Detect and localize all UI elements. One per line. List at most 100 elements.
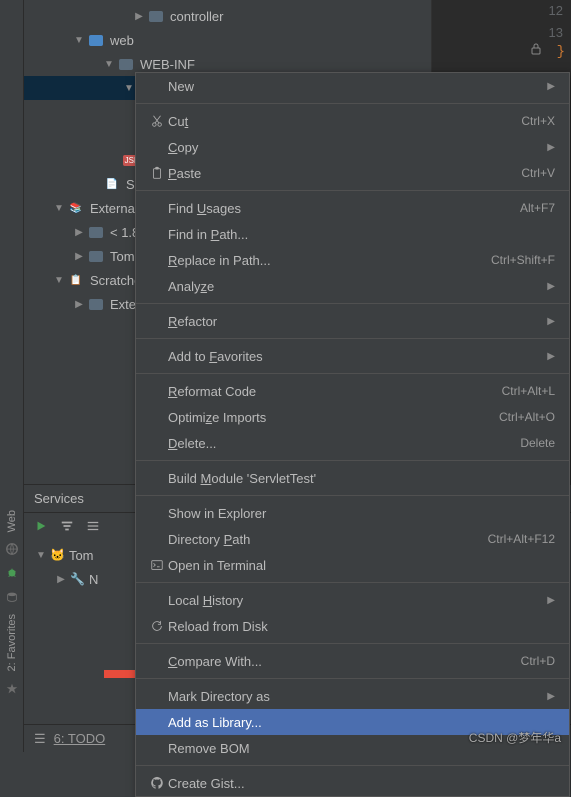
menu-item-show-in-explorer[interactable]: Show in Explorer — [136, 500, 569, 526]
menu-item-new[interactable]: New▶ — [136, 73, 569, 99]
menu-item-label: Create Gist... — [168, 776, 555, 791]
menu-item-reload-from-disk[interactable]: Reload from Disk — [136, 613, 569, 639]
bug-icon[interactable] — [5, 566, 19, 580]
submenu-arrow-icon: ▶ — [545, 316, 555, 327]
menu-item-replace-in-path[interactable]: Replace in Path...Ctrl+Shift+F — [136, 247, 569, 273]
menu-item-optimize-imports[interactable]: Optimize ImportsCtrl+Alt+O — [136, 404, 569, 430]
expand-icon[interactable] — [74, 227, 84, 238]
tree-node-label[interactable]: WEB-INF — [140, 57, 195, 72]
folder-icon — [88, 248, 104, 264]
menu-shortcut: Ctrl+D — [521, 654, 555, 668]
submenu-arrow-icon: ▶ — [545, 81, 555, 92]
collapse-icon[interactable] — [104, 59, 114, 70]
menu-shortcut: Delete — [520, 436, 555, 450]
menu-item-refactor[interactable]: Refactor▶ — [136, 308, 569, 334]
menu-item-directory-path[interactable]: Directory PathCtrl+Alt+F12 — [136, 526, 569, 552]
menu-item-label: Build Module 'ServletTest' — [168, 471, 555, 486]
menu-item-cut[interactable]: CutCtrl+X — [136, 108, 569, 134]
menu-shortcut: Ctrl+Alt+O — [499, 410, 555, 424]
todo-tab[interactable]: 6: TODO — [54, 731, 106, 746]
db-icon[interactable] — [5, 590, 19, 604]
run-icon[interactable] — [34, 519, 48, 533]
scratch-icon: 📋 — [68, 272, 84, 288]
expand-icon[interactable] — [134, 11, 144, 22]
menu-item-label: Add to Favorites — [168, 349, 545, 364]
code-brace: } — [557, 44, 565, 60]
expand-icon[interactable] — [56, 574, 66, 585]
expand-icon[interactable] — [74, 251, 84, 262]
expand-all-icon[interactable] — [86, 519, 100, 533]
menu-item-label: Replace in Path... — [168, 253, 491, 268]
cut-icon — [146, 114, 168, 128]
collapse-icon[interactable] — [124, 83, 134, 94]
menu-item-label: Reload from Disk — [168, 619, 555, 634]
menu-item-label: Add as Library... — [168, 715, 555, 730]
service-node-label[interactable]: N — [89, 572, 98, 587]
menu-item-mark-directory-as[interactable]: Mark Directory as▶ — [136, 683, 569, 709]
todo-icon[interactable]: ☰ — [34, 731, 46, 747]
globe-icon[interactable] — [5, 542, 19, 556]
menu-item-add-to-favorites[interactable]: Add to Favorites▶ — [136, 343, 569, 369]
menu-item-open-in-terminal[interactable]: Open in Terminal — [136, 552, 569, 578]
menu-separator — [136, 582, 569, 583]
submenu-arrow-icon: ▶ — [545, 595, 555, 606]
tree-node-label[interactable]: External — [90, 201, 138, 216]
menu-item-copy[interactable]: Copy▶ — [136, 134, 569, 160]
menu-item-compare-with[interactable]: Compare With...Ctrl+D — [136, 648, 569, 674]
menu-item-label: New — [168, 79, 545, 94]
tomcat-icon: 🐱 — [50, 548, 65, 562]
menu-item-analyze[interactable]: Analyze▶ — [136, 273, 569, 299]
menu-shortcut: Ctrl+Alt+L — [502, 384, 555, 398]
menu-separator — [136, 678, 569, 679]
menu-item-find-usages[interactable]: Find UsagesAlt+F7 — [136, 195, 569, 221]
menu-item-label: Delete... — [168, 436, 520, 451]
collapse-icon[interactable] — [74, 35, 84, 46]
submenu-arrow-icon: ▶ — [545, 142, 555, 153]
menu-separator — [136, 373, 569, 374]
menu-separator — [136, 303, 569, 304]
menu-shortcut: Ctrl+V — [521, 166, 555, 180]
menu-shortcut: Ctrl+X — [521, 114, 555, 128]
github-icon — [146, 776, 168, 790]
filter-icon[interactable] — [60, 519, 74, 533]
paste-icon — [146, 166, 168, 180]
collapse-icon[interactable] — [54, 203, 64, 214]
menu-item-label: Find Usages — [168, 201, 520, 216]
submenu-arrow-icon: ▶ — [545, 691, 555, 702]
menu-item-paste[interactable]: PasteCtrl+V — [136, 160, 569, 186]
menu-separator — [136, 495, 569, 496]
menu-item-label: Optimize Imports — [168, 410, 499, 425]
menu-separator — [136, 460, 569, 461]
folder-icon — [88, 224, 104, 240]
menu-item-create-gist[interactable]: Create Gist... — [136, 770, 569, 796]
tree-node-label[interactable]: web — [110, 33, 134, 48]
menu-separator — [136, 765, 569, 766]
submenu-arrow-icon: ▶ — [545, 351, 555, 362]
folder-web-icon — [88, 32, 104, 48]
star-icon[interactable] — [5, 682, 19, 696]
tree-node-label[interactable]: controller — [170, 9, 223, 24]
web-tool-label[interactable]: Web — [6, 510, 18, 532]
menu-item-label: Mark Directory as — [168, 689, 545, 704]
library-icon: 📚 — [68, 200, 84, 216]
menu-item-reformat-code[interactable]: Reformat CodeCtrl+Alt+L — [136, 378, 569, 404]
context-menu[interactable]: New▶CutCtrl+XCopy▶PasteCtrl+VFind Usages… — [135, 72, 570, 797]
wrench-icon: 🔧 — [70, 572, 85, 586]
service-node-label[interactable]: Tom — [69, 548, 94, 563]
menu-shortcut: Ctrl+Shift+F — [491, 253, 555, 267]
collapse-icon[interactable] — [54, 275, 64, 286]
menu-item-delete[interactable]: Delete...Delete — [136, 430, 569, 456]
menu-item-build-module-servlettest[interactable]: Build Module 'ServletTest' — [136, 465, 569, 491]
menu-item-local-history[interactable]: Local History▶ — [136, 587, 569, 613]
menu-item-label: Cut — [168, 114, 521, 129]
tree-node-label[interactable]: Scratche — [90, 273, 141, 288]
collapse-icon[interactable] — [36, 550, 46, 561]
menu-item-label: Local History — [168, 593, 545, 608]
menu-item-label: Copy — [168, 140, 545, 155]
expand-icon[interactable] — [74, 299, 84, 310]
favorites-tool-label[interactable]: 2: Favorites — [6, 614, 18, 671]
folder-icon — [148, 8, 164, 24]
menu-item-find-in-path[interactable]: Find in Path... — [136, 221, 569, 247]
menu-shortcut: Alt+F7 — [520, 201, 555, 215]
menu-item-label: Show in Explorer — [168, 506, 555, 521]
